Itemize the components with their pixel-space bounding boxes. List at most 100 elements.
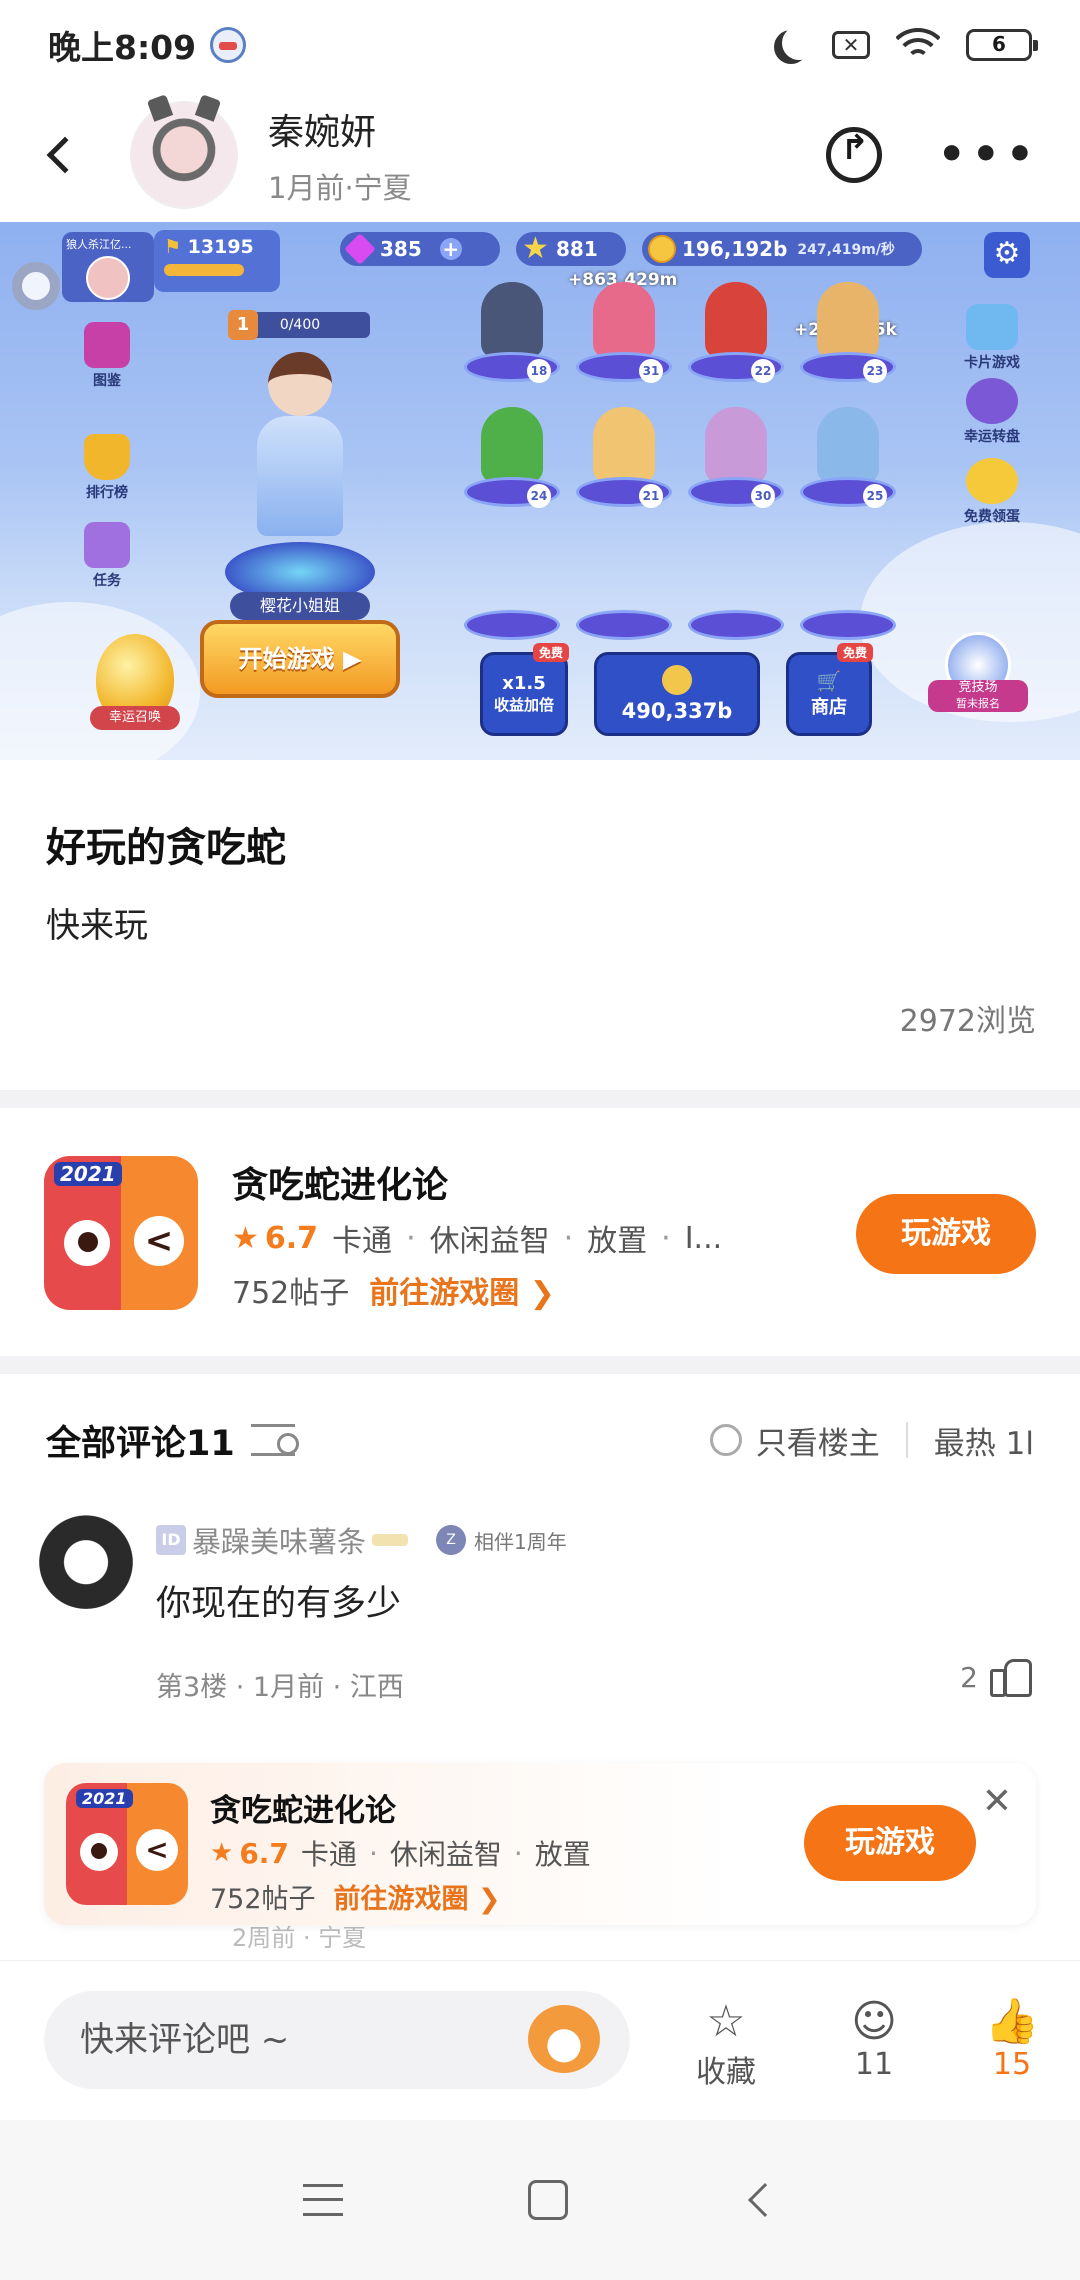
post-body: 快来玩	[46, 906, 148, 946]
arena-button[interactable]: 竞技场 暂未报名	[928, 632, 1028, 732]
bottom-action-bar: 快来评论吧 ~ ☆ 收藏 ☺ 11 👍 15	[0, 1960, 1080, 2120]
character-slot[interactable]: 22	[688, 282, 784, 392]
menu-tasks[interactable]: 任务	[84, 522, 130, 590]
coin-value: 196,192b	[682, 237, 788, 261]
section-divider	[0, 1090, 1080, 1108]
sort-dropdown[interactable]: 最热 1l	[934, 1418, 1034, 1463]
income-boost-button[interactable]: 免费 x1.5 收益加倍	[480, 643, 569, 736]
character-figure	[593, 407, 655, 483]
game-tag: 休闲益智	[389, 1838, 502, 1871]
play-game-button[interactable]: 玩游戏	[804, 1805, 976, 1881]
empty-slot[interactable]	[800, 610, 896, 640]
boost-value: x1.5	[502, 673, 546, 694]
commenter-name[interactable]: 暴躁美味薯条	[192, 1519, 366, 1561]
character-slot[interactable]: 25	[800, 407, 896, 517]
menu-leaderboard[interactable]: 排行榜	[84, 434, 130, 502]
shop-button[interactable]: 免费 🛒 商店	[786, 643, 873, 736]
gem-value: 385	[380, 237, 422, 261]
coin-icon	[648, 235, 676, 263]
character-slot[interactable]: 21	[576, 407, 672, 517]
dot-separator: ·	[513, 1836, 523, 1870]
wink-icon: <	[136, 1829, 178, 1871]
character-slot[interactable]: 23	[800, 282, 896, 392]
character-level: 23	[863, 359, 887, 383]
like-button[interactable]: 👍 15	[962, 1997, 1062, 2083]
moon-icon	[782, 26, 816, 60]
flag-card: ⚑ 13195	[154, 230, 280, 292]
vertical-divider	[905, 1422, 908, 1458]
character-slot[interactable]: 18	[464, 282, 560, 392]
game-app-icon[interactable]: 2021 <	[66, 1783, 188, 1905]
comment-like-button[interactable]: 2	[960, 1657, 1032, 1697]
arena-label: 竞技场 暂未报名	[928, 680, 1028, 712]
star-icon: ★	[232, 1220, 259, 1256]
eye-icon	[64, 1220, 110, 1266]
empty-slot[interactable]	[464, 610, 560, 640]
diamond-icon	[344, 233, 376, 265]
trophy-icon	[84, 434, 130, 480]
commenter-avatar[interactable]	[34, 1505, 138, 1609]
hero-character[interactable]	[255, 352, 345, 552]
status-bar: 晚上8:09 ✕ 6	[0, 0, 1080, 90]
back-arrow-icon	[46, 136, 84, 174]
collect-value: 490,337b	[621, 699, 733, 723]
view-count: 2972浏览	[899, 1004, 1036, 1039]
start-game-button[interactable]: 开始游戏 ▶	[200, 620, 400, 698]
floating-game-card[interactable]: 2021 < 贪吃蛇进化论 ★ 6.7 卡通 · 休闲益智 · 放置 752帖子 …	[44, 1763, 1036, 1925]
game-tag: 卡通	[300, 1838, 357, 1871]
back-nav-icon[interactable]	[748, 2183, 783, 2217]
only-owner-toggle[interactable]: 只看楼主	[709, 1418, 880, 1463]
menu-label: 排行榜	[86, 485, 128, 501]
menu-collection[interactable]: 图鉴	[84, 322, 130, 390]
collect-button[interactable]: 490,337b	[594, 652, 760, 736]
commenter-info: ID 暴躁美味薯条 Z 相伴1周年	[156, 1519, 567, 1561]
settings-gear-icon[interactable]: ⚙	[984, 232, 1030, 278]
character-slot[interactable]: 24	[464, 407, 560, 517]
play-game-button[interactable]: 玩游戏	[856, 1194, 1036, 1274]
shop-label: 商店	[811, 697, 847, 718]
game-circle-link[interactable]: 前往游戏圈 ❯	[369, 1268, 555, 1312]
comment-item: ID 暴躁美味薯条 Z 相伴1周年 你现在的有多少 第3楼 · 1月前 · 江西…	[0, 1505, 1080, 1705]
back-button[interactable]	[40, 125, 90, 185]
mascot-emoji-icon[interactable]	[528, 2005, 600, 2073]
game-rating: ★ 6.7	[232, 1221, 318, 1256]
floating-ball-icon[interactable]	[12, 262, 60, 310]
close-icon[interactable]: ✕	[982, 1781, 1012, 1822]
comment-input[interactable]: 快来评论吧 ~	[44, 1991, 630, 2089]
game-circle-link[interactable]: 前往游戏圈 ❯	[334, 1877, 501, 1916]
flag-progress-bar	[164, 264, 244, 276]
game-post-count: 752帖子	[232, 1276, 350, 1311]
more-options-icon[interactable]: •••	[938, 133, 1040, 177]
game-rating: ★ 6.7	[210, 1837, 289, 1870]
game-app-icon[interactable]: 2021 <	[44, 1156, 198, 1310]
game-card[interactable]: 2021 < 贪吃蛇进化论 ★ 6.7 卡通 · 休闲益智 · 放置 · I...…	[0, 1140, 1080, 1320]
empty-slot[interactable]	[688, 610, 784, 640]
author-name[interactable]: 秦婉妍	[268, 103, 412, 155]
wink-icon: <	[134, 1216, 184, 1266]
game-tag: I...	[684, 1220, 723, 1256]
menu-card-game[interactable]: 卡片游戏	[964, 304, 1020, 372]
filter-icon[interactable]	[250, 1424, 299, 1456]
app-notification-icon	[210, 27, 247, 63]
menu-lucky-wheel[interactable]: 幸运转盘	[964, 378, 1020, 446]
thumbs-up-icon	[990, 1657, 1032, 1697]
game-tag: 放置	[534, 1838, 591, 1871]
game-tag: 休闲益智	[429, 1224, 550, 1259]
menu-free-eggs[interactable]: 免费领蛋	[964, 458, 1020, 526]
author-avatar[interactable]	[130, 101, 238, 209]
character-base: 25	[800, 477, 896, 508]
empty-slot[interactable]	[576, 610, 672, 640]
rating-value: 6.7	[264, 1220, 319, 1256]
home-icon[interactable]	[527, 2180, 568, 2220]
character-slot[interactable]: 31	[576, 282, 672, 392]
recents-icon[interactable]	[302, 2184, 343, 2216]
post-image[interactable]: 狼人杀江亿... ⚑ 13195 385 + ★ 881 196,192b 24…	[0, 222, 1080, 760]
favorite-button[interactable]: ☆ 收藏	[676, 1997, 776, 2091]
character-slot[interactable]: 30	[688, 407, 784, 517]
share-icon[interactable]	[825, 127, 882, 183]
post-title: 好玩的贪吃蛇	[46, 825, 286, 871]
favorite-label: 收藏	[696, 2055, 756, 2090]
character-base: 21	[576, 477, 672, 508]
comment-button[interactable]: ☺ 11	[824, 1997, 924, 2083]
menu-label: 免费领蛋	[964, 509, 1020, 525]
